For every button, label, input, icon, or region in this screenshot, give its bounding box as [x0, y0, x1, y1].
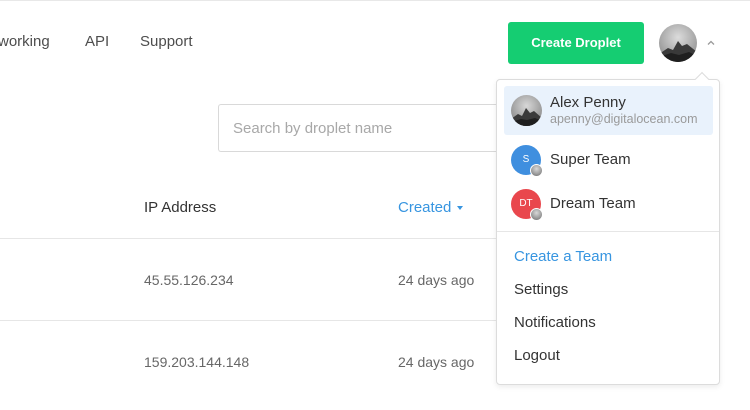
mountain-avatar-icon [511, 108, 542, 126]
table-cell-created: 24 days ago [398, 354, 475, 370]
droplet-search-input[interactable] [218, 104, 518, 152]
logout-menu-item[interactable]: Logout [514, 347, 560, 365]
nav-support[interactable]: Support [140, 33, 193, 51]
current-user-item[interactable]: Alex Penny apenny@digitalocean.com [504, 86, 713, 135]
table-cell-ip: 45.55.126.234 [144, 272, 234, 288]
user-name: Alex Penny [550, 94, 626, 111]
user-avatar [511, 95, 542, 126]
user-avatar-button[interactable] [659, 24, 697, 62]
nav-api[interactable]: API [85, 33, 109, 51]
notifications-menu-item[interactable]: Notifications [514, 314, 596, 332]
table-divider [0, 238, 496, 239]
table-divider [0, 320, 496, 321]
menu-divider [497, 231, 719, 232]
mountain-avatar-icon [659, 41, 697, 62]
table-cell-ip: 159.203.144.148 [144, 354, 250, 370]
table-cell-created: 24 days ago [398, 272, 475, 288]
team-name: Dream Team [550, 195, 636, 212]
settings-menu-item[interactable]: Settings [514, 281, 568, 299]
chevron-up-icon[interactable] [706, 38, 716, 48]
sort-caret-down-icon [457, 206, 464, 211]
team-item-super-team[interactable]: S Super Team [497, 140, 719, 180]
user-email: apenny@digitalocean.com [550, 112, 698, 126]
column-header-created[interactable]: Created [398, 199, 464, 217]
account-dropdown-menu: Alex Penny apenny@digitalocean.com S Sup… [496, 79, 720, 385]
column-header-created-label: Created [398, 199, 452, 216]
user-badge-icon [530, 208, 543, 221]
create-droplet-button[interactable]: Create Droplet [508, 22, 644, 64]
team-item-dream-team[interactable]: DT Dream Team [497, 184, 719, 224]
create-team-link[interactable]: Create a Team [514, 248, 612, 266]
column-header-ip-address[interactable]: IP Address [144, 199, 216, 217]
top-border [0, 0, 750, 1]
team-name: Super Team [550, 151, 631, 168]
user-badge-icon [530, 164, 543, 177]
nav-networking[interactable]: working [0, 33, 50, 51]
